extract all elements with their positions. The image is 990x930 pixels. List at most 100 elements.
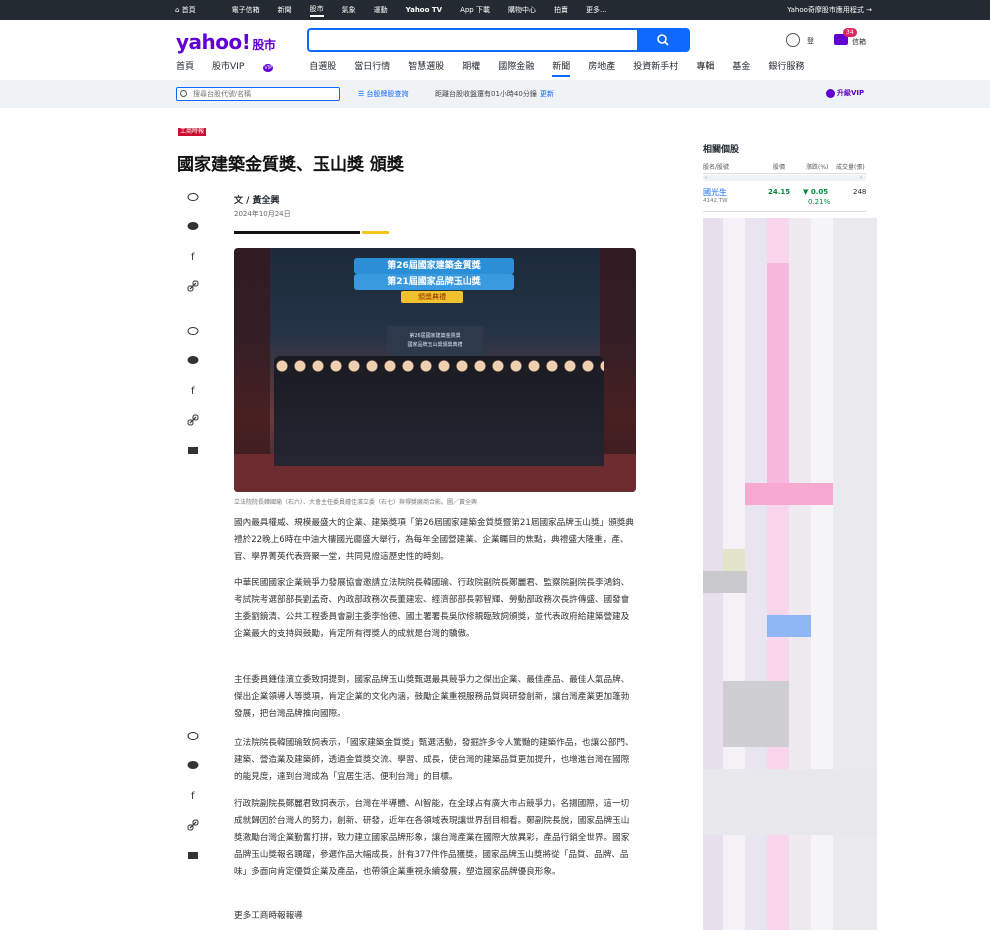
nav-smart-picks[interactable]: 智慧選股 [408,59,444,77]
related-header-divider [703,173,866,174]
yahoo-stock-logo[interactable]: yahoo! 股市 [176,30,276,54]
nav-beginners[interactable]: 投資新手村 [633,59,678,77]
related-stocks-title: 相關個股 [703,145,740,155]
svg-text:f: f [191,252,195,262]
ad-pixel-block [767,263,789,483]
facebook-share-icon[interactable]: f [189,384,203,396]
top-nav-app[interactable]: App 下載 [460,5,490,15]
mail-label[interactable]: 信箱 [852,37,866,47]
article-paragraph: 國內最具權威、規模最盛大的企業、建築獎項「第26屆國家建築金質獎暨第21屆國家品… [234,518,634,562]
facebook-share-icon[interactable]: f [189,789,203,801]
col-header-volume: 成交量(張) [836,164,865,171]
nav-international[interactable]: 國際金融 [498,59,534,77]
top-nav-items: ⌂ 首頁 電子信箱 新聞 股市 氣象 運動 Yahoo TV App 下載 購物… [175,0,625,20]
nav-daily-quotes[interactable]: 當日行情 [354,59,390,77]
top-nav-auction[interactable]: 拍賣 [554,5,568,15]
related-table-scrollbar[interactable] [703,175,866,181]
nav-watchlist[interactable]: 自選股 [309,59,336,77]
nav-options[interactable]: 期權 [462,59,480,77]
stock-cards-link[interactable]: ☰ 台股牌股查詢 [358,89,409,99]
top-nav-more[interactable]: 更多... [586,5,607,15]
copy-link-icon[interactable] [187,280,201,292]
related-stock-name[interactable]: 國光生 [703,187,727,198]
photo-banner-yushan-award: 第21屆國家品牌玉山獎 [354,274,514,290]
top-nav-weather[interactable]: 氣象 [342,5,356,15]
comment-icon[interactable] [187,192,201,202]
top-nav-stock[interactable]: 股市 [309,4,324,17]
line-share-icon[interactable] [187,355,201,365]
top-nav-home-label: 首頁 [181,6,196,14]
related-stock-volume: 248 [853,188,867,196]
nav-albums[interactable]: 專輯 [696,59,714,77]
more-news-link[interactable]: 更多工商時報報導 [234,908,636,925]
facebook-share-icon[interactable]: f [189,250,203,262]
article-photo[interactable]: 第26屆國家建築金質獎 第21屆國家品牌玉山獎 頒獎典禮 第26屆國家建築金質獎… [234,248,636,492]
search-button[interactable] [638,28,690,52]
top-nav-home[interactable]: ⌂ 首頁 [175,5,214,15]
source-logo[interactable]: 工商時報 [178,128,206,136]
ad-pixel-block [723,681,789,747]
nav-banking[interactable]: 銀行服務 [768,59,804,77]
comment-icon[interactable] [187,326,201,336]
author-divider [234,231,360,234]
line-share-icon[interactable] [187,221,201,231]
nav-funds[interactable]: 基金 [732,59,750,77]
svg-text:f: f [191,791,195,801]
screen-line-1: 第26屆國家建築金質獎 [409,333,461,339]
photo-banner-gold-award: 第26屆國家建築金質獎 [354,258,514,274]
quote-search-input[interactable] [176,87,340,101]
top-nav-tv[interactable]: Yahoo TV [406,6,442,14]
main-nav: 首頁 股市VIP VIP 自選股 當日行情 智慧選股 期權 國際金融 新聞 房地產… [176,59,822,77]
related-stock-code: 4142.TW [703,198,728,204]
top-navigation-bar: ⌂ 首頁 電子信箱 新聞 股市 氣象 運動 Yahoo TV App 下載 購物… [0,0,990,20]
email-share-icon[interactable] [187,446,201,456]
top-nav-shopping[interactable]: 購物中心 [508,5,536,15]
email-share-icon[interactable] [187,851,201,861]
photo-award-winners-group [274,356,604,466]
change-value: 0.05 [810,188,829,196]
article-paragraph: 主任委員鍾佳濱立委致詞提到，國家品牌玉山獎甄選最具競爭力之傑出企業、最佳產品、最… [234,675,630,719]
vip-badge: VIP [263,64,274,72]
related-stock-price: 24.15 [768,188,791,196]
article-paragraph: 中華民國國家企業競爭力發展協會邀請立法院院長韓國瑜、行政院副院長鄭麗君、監察院副… [234,578,630,639]
article-paragraph: 行政院副院長鄭麗君致詞表示，台灣在半導體、AI智能，在全球占有廣大市占競爭力，名… [234,799,630,877]
nav-vip[interactable]: 股市VIP VIP [212,59,291,77]
nav-home[interactable]: 首頁 [176,59,194,77]
upgrade-label: 升級VIP [837,89,865,97]
user-avatar-icon[interactable] [786,33,800,47]
top-nav-sports[interactable]: 運動 [374,5,388,15]
ad-pixel-block [703,571,747,593]
update-link[interactable]: 更新 [540,90,554,98]
main-search-input[interactable] [307,28,639,52]
copy-link-icon[interactable] [187,819,201,831]
line-share-icon[interactable] [187,760,201,770]
photo-banner-ceremony: 頒獎典禮 [401,291,463,303]
nav-news[interactable]: 新聞 [552,59,571,77]
scroll-left-icon[interactable]: ‹ [705,175,707,181]
copy-link-icon[interactable] [187,414,201,426]
upgrade-vip-button[interactable]: 升級VIP [826,88,864,98]
app-download-link[interactable]: Yahoo奇摩股市應用程式 → [787,0,872,20]
ad-pixel-block [723,549,745,571]
logo-sub: 股市 [252,38,276,52]
search-icon [657,34,669,46]
top-nav-news[interactable]: 新聞 [278,5,292,15]
screen-line-2: 國家品牌玉山獎頒獎典禮 [407,342,463,348]
scroll-right-icon[interactable]: › [860,175,862,181]
comment-icon[interactable] [187,731,201,741]
ad-banner[interactable] [703,218,877,930]
countdown-text: 距離台股收盤還有01小時40分鐘 [435,90,537,98]
photo-caption: 立法院院長韓國瑜（右六）、大會主任委員鍾佳濱立委（右七）與得獎廠商合影。圖／黃全… [234,499,478,506]
search-icon [180,90,187,97]
top-nav-mail[interactable]: 電子信箱 [232,5,260,15]
ad-pixel-block [703,769,877,835]
nav-real-estate[interactable]: 房地產 [588,59,615,77]
login-link[interactable]: 登 [807,36,814,46]
mail-count-badge: 34 [843,28,857,37]
nav-vip-label: 股市VIP [212,62,245,72]
col-header-price: 股價 [773,164,786,171]
related-bottom-divider [703,211,866,212]
logo-text: yahoo! [176,30,251,54]
related-stock-pct: 0.21% [808,198,831,206]
vip-icon [826,88,835,98]
